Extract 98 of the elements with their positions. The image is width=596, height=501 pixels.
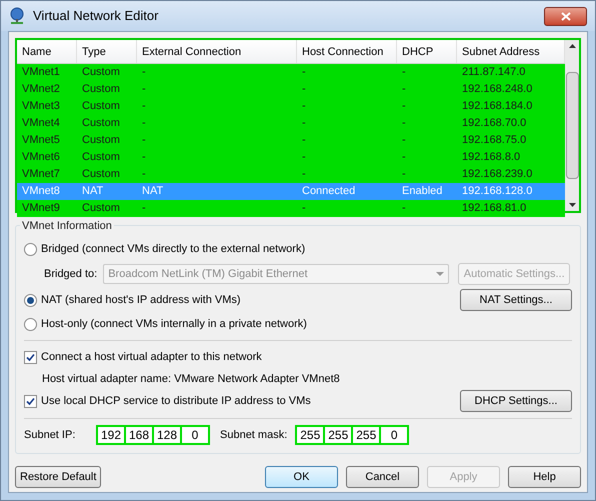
checkbox[interactable] xyxy=(24,350,37,364)
table-cell-text: - xyxy=(401,82,407,97)
table-cell-text: - xyxy=(141,201,147,216)
button[interactable]: NAT Settings... xyxy=(460,289,572,311)
table-cell-text: VMnet7 xyxy=(21,167,61,182)
checkbox-label: Connect a host virtual adapter to this network xyxy=(41,350,262,365)
button[interactable]: Restore Default xyxy=(15,466,101,488)
table-cell-text: 192.168.70.0 xyxy=(461,116,528,131)
table-cell-text: 192.168.75.0 xyxy=(461,133,528,148)
table-cell-text: 192.168.8.0 xyxy=(461,150,522,165)
scroll-up-icon xyxy=(568,44,576,48)
table-cell-text: NAT xyxy=(141,184,164,199)
table-cell-text: Enabled xyxy=(401,184,444,199)
table-row[interactable]: VMnet3 Custom - - - 192.168.184.0 xyxy=(17,98,565,115)
column-header[interactable]: DHCP xyxy=(397,40,457,63)
adapter-name: Host virtual adapter name: VMware Network Adapter VMnet8 xyxy=(41,372,341,387)
table-cell-text: - xyxy=(401,65,407,80)
table-cell-text: - xyxy=(141,65,147,80)
window-title: Virtual Network Editor xyxy=(33,7,158,26)
subnet-mask-field[interactable]: 255 255 255 0 xyxy=(295,425,410,445)
scrollbar[interactable] xyxy=(565,40,579,211)
table-cell-text: 192.168.248.0 xyxy=(461,82,534,97)
table-row[interactable]: VMnet1 Custom - - - 211.87.147.0 xyxy=(17,64,565,81)
scroll-thumb[interactable] xyxy=(566,72,578,179)
table-cell-text: 192.168.81.0 xyxy=(461,201,528,216)
radio-button[interactable] xyxy=(24,318,37,330)
subnet-ip-label: Subnet IP: xyxy=(24,428,76,443)
network-globe-icon xyxy=(9,7,25,25)
table-cell-text: - xyxy=(301,167,307,182)
table-cell-text: VMnet3 xyxy=(21,99,61,114)
table-cell-text: 192.168.184.0 xyxy=(461,99,534,114)
column-header[interactable]: Name xyxy=(17,40,77,63)
subnet-ip-field[interactable]: 192 168 128 0 xyxy=(96,425,210,445)
table-cell-text: Custom xyxy=(81,133,121,148)
table-row[interactable]: VMnet5 Custom - - - 192.168.75.0 xyxy=(17,132,565,149)
table-cell-text: - xyxy=(301,99,307,114)
table-row[interactable]: VMnet6 Custom - - - 192.168.8.0 xyxy=(17,149,565,166)
checkbox-label: Use local DHCP service to distribute IP address to VMs xyxy=(41,394,311,409)
radio-label: Bridged (connect VMs directly to the external network) xyxy=(41,242,306,257)
table-cell-text: VMnet1 xyxy=(21,65,61,80)
table-cell-text: - xyxy=(141,99,147,114)
table-cell-text: - xyxy=(301,133,307,148)
table-cell-text: - xyxy=(301,116,307,131)
table-cell-text: - xyxy=(301,150,307,165)
table-cell-text: Custom xyxy=(81,82,121,97)
button[interactable]: Help xyxy=(508,466,581,488)
radio-label: Host-only (connect VMs internally in a private network) xyxy=(41,316,307,332)
close-icon xyxy=(560,12,570,20)
column-header[interactable]: Host Connection xyxy=(297,40,397,63)
table-cell-text: Connected xyxy=(301,184,356,199)
table-cell-text: - xyxy=(141,167,147,182)
table-cell-text: Custom xyxy=(81,99,121,114)
table-cell-text: - xyxy=(401,150,407,165)
table-cell-text: VMnet2 xyxy=(21,82,61,97)
subnet-mask-label: Subnet mask: xyxy=(220,428,288,443)
radio-label: NAT (shared host's IP address with VMs) xyxy=(41,292,241,308)
table-row[interactable]: VMnet4 Custom - - - 192.168.70.0 xyxy=(17,115,565,132)
table-cell-text: - xyxy=(301,201,307,216)
table-cell-text: - xyxy=(401,167,407,182)
checkbox[interactable] xyxy=(24,394,37,408)
close-button[interactable] xyxy=(544,6,587,26)
table-cell-text: VMnet6 xyxy=(21,150,61,165)
dropdown-arrow-icon xyxy=(436,272,444,276)
table-cell-text: VMnet8 xyxy=(21,184,61,199)
table-row[interactable]: VMnet2 Custom - - - 192.168.248.0 xyxy=(17,81,565,98)
table-cell-text: - xyxy=(401,133,407,148)
table-cell-text: - xyxy=(141,82,147,97)
table-cell-text: VMnet5 xyxy=(21,133,61,148)
button[interactable]: OK xyxy=(265,466,338,488)
table-cell-text: - xyxy=(141,133,147,148)
button[interactable]: DHCP Settings... xyxy=(460,390,572,412)
table-cell-text: - xyxy=(141,116,147,131)
table-cell-text: 192.168.239.0 xyxy=(461,167,534,182)
radio-button[interactable] xyxy=(24,242,37,256)
table-cell-text: - xyxy=(401,99,407,114)
table-cell-text: Custom xyxy=(81,201,121,216)
bridged-to-label: Bridged to: xyxy=(44,266,98,282)
table-cell-text: Custom xyxy=(81,116,121,131)
column-header[interactable]: External Connection xyxy=(137,40,297,63)
table-cell-text: NAT xyxy=(81,184,104,199)
table-cell-text: - xyxy=(401,116,407,131)
column-header[interactable]: Type xyxy=(77,40,137,63)
table-cell-text: 211.87.147.0 xyxy=(461,65,526,80)
table-row[interactable]: VMnet9 Custom - - - 192.168.81.0 xyxy=(17,200,565,217)
table-cell-text: Custom xyxy=(81,65,121,80)
table-cell-text: - xyxy=(301,65,307,80)
table-row[interactable]: VMnet7 Custom - - - 192.168.239.0 xyxy=(17,166,565,183)
table-cell-text: Custom xyxy=(81,150,121,165)
table-cell-text: VMnet4 xyxy=(21,116,61,131)
scroll-down-icon xyxy=(568,203,576,207)
radio-button[interactable] xyxy=(24,294,37,306)
table-cell-text: - xyxy=(301,82,307,97)
table-cell-text: VMnet9 xyxy=(21,201,61,216)
table-cell-text: - xyxy=(401,201,407,216)
table-cell-text: - xyxy=(141,150,147,165)
table-cell-text: Custom xyxy=(81,167,121,182)
table-cell-text: 192.168.128.0 xyxy=(461,184,534,199)
button[interactable]: Cancel xyxy=(346,466,419,488)
